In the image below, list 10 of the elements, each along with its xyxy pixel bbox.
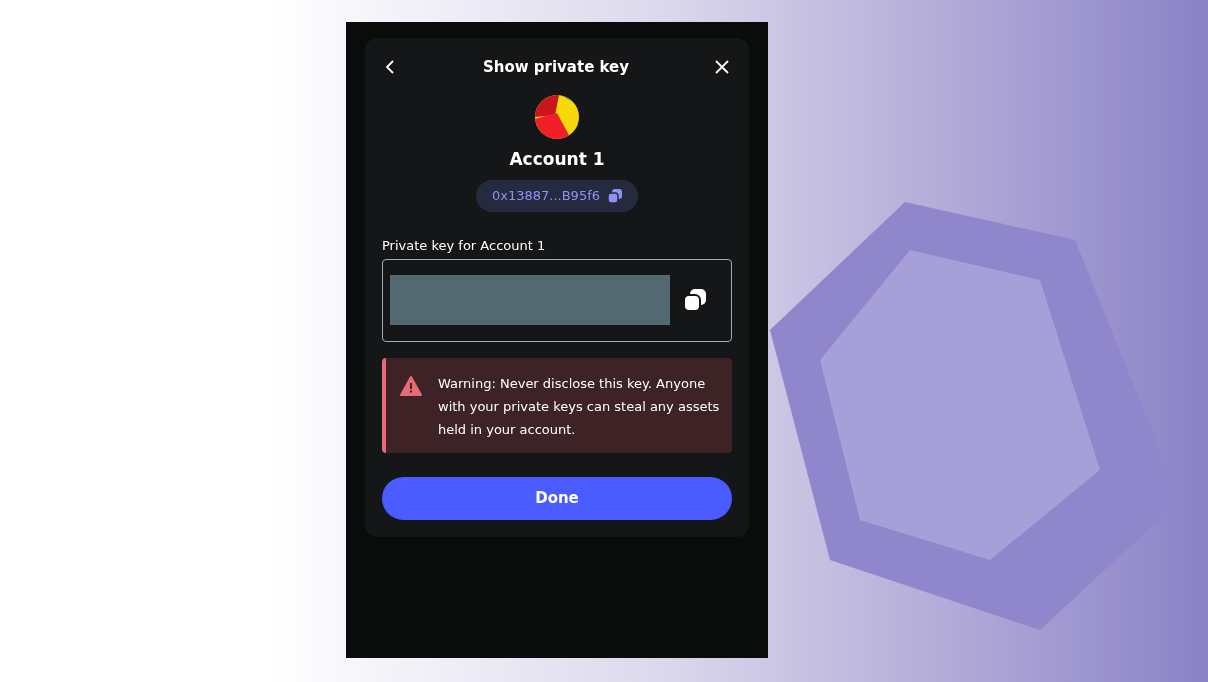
warning-icon xyxy=(400,376,422,396)
field-label: Private key for Account 1 xyxy=(382,236,547,255)
account-name: Account 1 xyxy=(509,147,605,171)
dialog-title: Show private key xyxy=(482,57,630,78)
private-key-field[interactable] xyxy=(382,259,732,342)
account-avatar-icon xyxy=(535,94,579,139)
copy-icon[interactable] xyxy=(684,289,706,311)
done-button[interactable]: Done xyxy=(382,477,732,520)
warning-message: Warning: Never disclose this key. Anyone with your private keys can steal any assets held in your account. xyxy=(438,375,720,439)
address-chip[interactable]: 0x13887...B95f6 xyxy=(476,180,638,212)
